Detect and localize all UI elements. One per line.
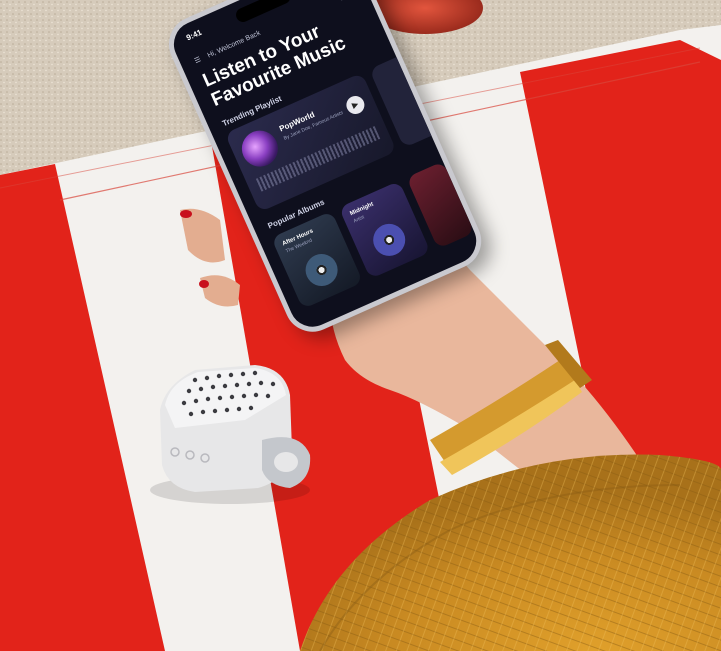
status-time: 9:41: [184, 27, 204, 43]
disc-icon: [368, 218, 411, 262]
nail: [180, 210, 192, 218]
disc-icon: [300, 248, 343, 292]
nail: [199, 280, 209, 288]
beach-scene: 9:41 ▮▮▮ ☰ Hi, Welcome Back ⌕ ● Listen t…: [0, 0, 721, 651]
header-icons: ⌕ ●: [338, 0, 354, 3]
play-icon[interactable]: ▶: [343, 93, 368, 117]
portable-speaker: [150, 365, 311, 504]
playlist-artwork: [236, 124, 284, 173]
menu-icon[interactable]: ☰: [193, 55, 203, 65]
